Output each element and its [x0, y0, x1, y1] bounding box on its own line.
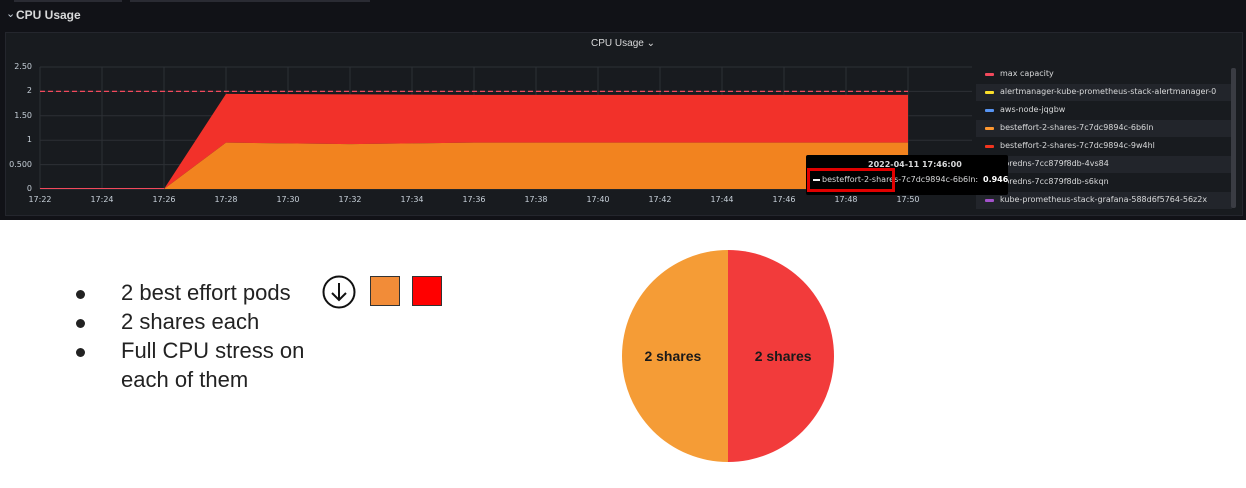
red-color-swatch — [412, 276, 442, 306]
graph-legend: max capacity alertmanager-kube-prometheu… — [976, 66, 1232, 212]
legend-swatch — [985, 199, 994, 202]
legend-item[interactable]: coredns-7cc879f8db-4vs84 — [976, 156, 1232, 173]
bullet-dot — [76, 290, 85, 299]
legend-item[interactable]: aws-node-jqgbw — [976, 102, 1232, 119]
bullet-text: Full CPU stress on — [121, 338, 305, 363]
legend-item[interactable]: besteffort-2-shares-7c7dc9894c-9w4hl — [976, 138, 1232, 155]
legend-label: besteffort-2-shares-7c7dc9894c-6b6ln — [1000, 123, 1154, 132]
legend-scrollbar[interactable] — [1231, 68, 1236, 208]
grafana-dashboard: ⌄ CPU Usage CPU Usage ⌄ 2.50 2 1.50 1 0.… — [0, 0, 1246, 220]
bullet-text: 2 shares each — [121, 309, 260, 334]
legend-swatch — [985, 145, 994, 148]
tooltip-value: 0.946 — [983, 175, 1009, 184]
legend-label: max capacity — [1000, 69, 1054, 78]
legend-label: aws-node-jqgbw — [1000, 105, 1066, 114]
legend-swatch — [985, 91, 994, 94]
legend-label: besteffort-2-shares-7c7dc9894c-9w4hl — [1000, 141, 1155, 150]
bullet-item: 2 shares each — [70, 307, 304, 336]
pie-slice-label: 2 shares — [644, 348, 701, 364]
bullet-item: each of them — [70, 365, 304, 394]
bullet-text: 2 best effort pods — [121, 280, 291, 305]
legend-item[interactable]: kube-prometheus-stack-grafana-588d6f5764… — [976, 192, 1232, 209]
legend-label: coredns-7cc879f8db-4vs84 — [1000, 159, 1109, 168]
bullet-item: Full CPU stress on — [70, 336, 304, 365]
legend-item[interactable]: alertmanager-kube-prometheus-stack-alert… — [976, 84, 1232, 101]
legend-swatch — [985, 109, 994, 112]
legend-label: alertmanager-kube-prometheus-stack-alert… — [1000, 87, 1217, 96]
legend-label: coredns-7cc879f8db-s6kqn — [1000, 177, 1109, 186]
orange-color-swatch — [370, 276, 400, 306]
highlight-box — [807, 168, 895, 192]
shares-pie-chart: 2 shares 2 shares — [622, 250, 834, 462]
bullet-dot — [76, 348, 85, 357]
arrow-down-circle-icon — [322, 275, 356, 309]
bullet-dot — [76, 319, 85, 328]
legend-label: kube-prometheus-stack-grafana-588d6f5764… — [1000, 195, 1208, 204]
pie-slice-label: 2 shares — [755, 348, 812, 364]
bullet-list: 2 best effort pods 2 shares each Full CP… — [70, 278, 304, 394]
legend-swatch — [985, 127, 994, 130]
legend-item[interactable]: max capacity — [976, 66, 1232, 83]
bullet-item: 2 best effort pods — [70, 278, 304, 307]
legend-item[interactable]: coredns-7cc879f8db-s6kqn — [976, 174, 1232, 191]
legend-swatch — [985, 73, 994, 76]
bullet-text-continued: each of them — [121, 367, 249, 392]
legend-item[interactable]: besteffort-2-shares-7c7dc9894c-6b6ln — [976, 120, 1232, 137]
